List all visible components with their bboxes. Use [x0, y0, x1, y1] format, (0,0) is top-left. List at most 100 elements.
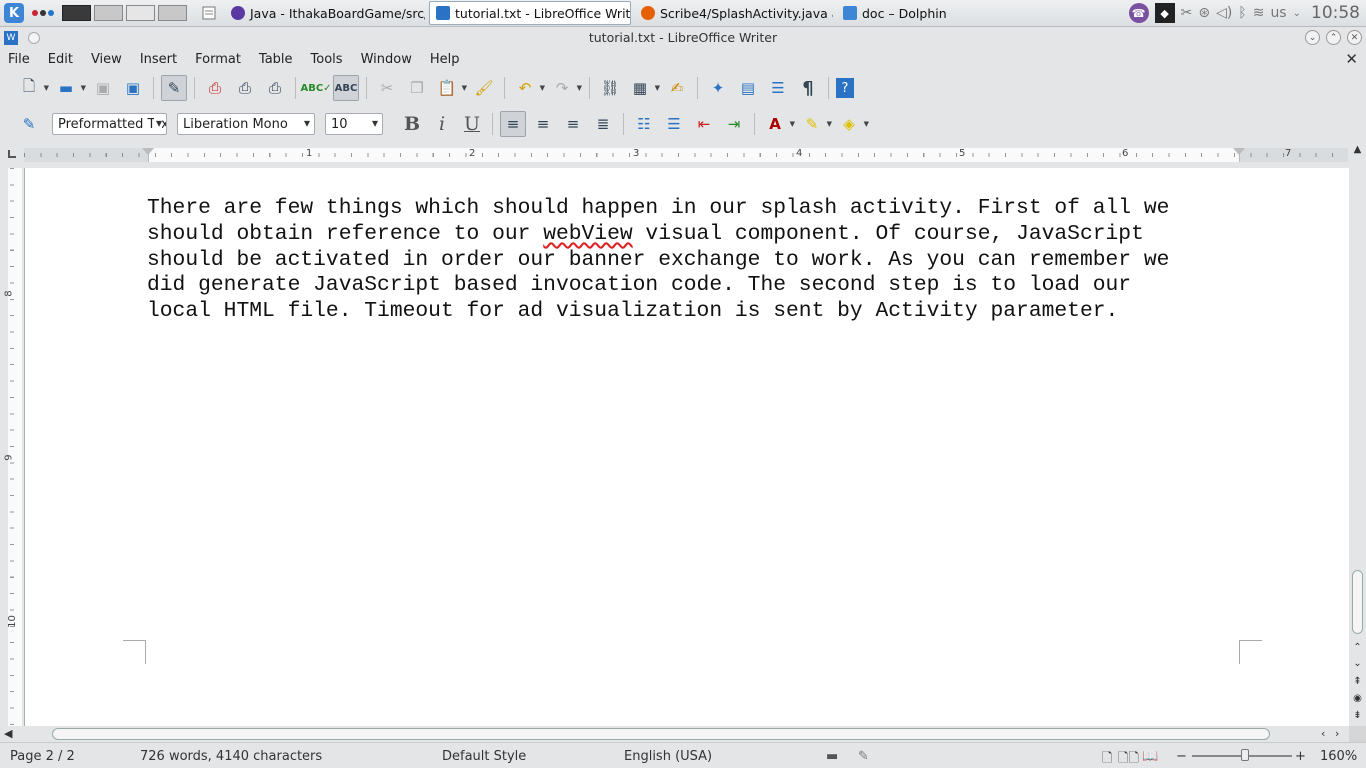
tab-type-icon[interactable]: [8, 150, 16, 158]
edit-mode-icon[interactable]: ✎: [161, 75, 187, 101]
spellcheck-icon[interactable]: ABC✓: [300, 75, 331, 101]
align-right-icon[interactable]: ≡: [560, 111, 586, 137]
left-indent-marker[interactable]: [142, 148, 154, 155]
font-color-icon[interactable]: A ▼: [762, 111, 795, 137]
open-icon[interactable]: ▬ ▼: [53, 75, 86, 101]
increase-indent-icon[interactable]: ⇥: [721, 111, 747, 137]
close-window-button[interactable]: ✕: [1347, 30, 1362, 45]
dropbox-icon[interactable]: ◆: [1154, 3, 1175, 23]
document-page[interactable]: There are few things which should happen…: [25, 168, 1349, 726]
language[interactable]: English (USA): [624, 749, 712, 764]
print-preview-icon[interactable]: ⎙: [262, 75, 288, 101]
zoom-slider-knob[interactable]: [1241, 749, 1249, 761]
task-firefox[interactable]: Scribe4/SplashActivity.java at: [635, 1, 833, 25]
vertical-ruler[interactable]: 8 9 10: [0, 168, 24, 726]
scroll-up-icon[interactable]: ⌃: [1351, 642, 1364, 653]
close-document-icon[interactable]: ✕: [1345, 50, 1366, 68]
data-sources-icon[interactable]: ☰: [765, 75, 791, 101]
justify-icon[interactable]: ≣: [590, 111, 616, 137]
zoom-level[interactable]: 160%: [1320, 749, 1357, 764]
bullet-list-icon[interactable]: ☰: [661, 111, 687, 137]
show-draw-functions-icon[interactable]: ✍: [664, 75, 690, 101]
multi-page-view-icon[interactable]: 🗋🗋: [1118, 749, 1139, 768]
gallery-icon[interactable]: ▤: [735, 75, 761, 101]
scroll-left-icon[interactable]: ◀: [4, 727, 12, 740]
desktop-4[interactable]: [158, 5, 187, 21]
italic-button[interactable]: i: [429, 111, 455, 137]
scroll-left-icon[interactable]: ‹: [1321, 727, 1325, 740]
menu-view[interactable]: View: [82, 52, 131, 67]
bluetooth-icon[interactable]: ᛒ: [1238, 5, 1246, 21]
save-as-icon[interactable]: ▣: [120, 75, 146, 101]
menu-file[interactable]: File: [0, 52, 39, 67]
clone-formatting-icon[interactable]: 🖌: [471, 75, 497, 101]
keyboard-layout[interactable]: us: [1270, 5, 1286, 21]
styles-formatting-icon[interactable]: ✎: [16, 111, 42, 137]
desktop-2[interactable]: [94, 5, 123, 21]
paragraph-style-select[interactable]: Preformatted Text: [52, 113, 167, 135]
menu-window[interactable]: Window: [352, 52, 421, 67]
bold-button[interactable]: B: [399, 111, 425, 137]
single-page-view-icon[interactable]: 🗋: [1102, 749, 1112, 768]
align-left-icon[interactable]: ≡: [500, 111, 526, 137]
paste-icon[interactable]: 📋 ▼: [434, 75, 467, 101]
vertical-scrollbar[interactable]: ▲ ⌃ ⌄ ⇞ ◉ ⇟: [1349, 142, 1366, 726]
menu-format[interactable]: Format: [186, 52, 250, 67]
underline-button[interactable]: U: [459, 111, 485, 137]
font-name-select[interactable]: Liberation Mono: [177, 113, 315, 135]
right-indent-marker[interactable]: [1233, 148, 1245, 155]
activities-icon[interactable]: [32, 10, 54, 16]
selection-mode-icon[interactable]: ▬: [826, 749, 838, 764]
navigation-icon[interactable]: ◉: [1351, 693, 1364, 704]
vertical-scroll-thumb[interactable]: [1352, 570, 1363, 634]
taskbar-notes-icon[interactable]: [197, 1, 221, 25]
table-icon[interactable]: ▦ ▼: [627, 75, 660, 101]
document-text[interactable]: There are few things which should happen…: [147, 196, 1243, 325]
new-document-icon[interactable]: 🗋 ▼: [16, 75, 49, 101]
previous-page-icon[interactable]: ⇞: [1351, 676, 1364, 687]
cut-icon[interactable]: ✂: [374, 75, 400, 101]
word-count[interactable]: 726 words, 4140 characters: [140, 749, 322, 764]
horizontal-scrollbar[interactable]: ◀ ‹ ›: [0, 726, 1349, 742]
task-dolphin[interactable]: doc – Dolphin: [837, 1, 957, 25]
export-pdf-icon[interactable]: ⎙: [202, 75, 228, 101]
scroll-right-icon[interactable]: ›: [1335, 727, 1339, 740]
menu-edit[interactable]: Edit: [39, 52, 82, 67]
font-size-select[interactable]: 10: [325, 113, 383, 135]
desktop-3[interactable]: [126, 5, 155, 21]
scroll-up-icon[interactable]: ▲: [1351, 144, 1364, 155]
menu-table[interactable]: Table: [250, 52, 302, 67]
decrease-indent-icon[interactable]: ⇤: [691, 111, 717, 137]
book-view-icon[interactable]: 📖: [1142, 749, 1158, 764]
chevron-down-icon[interactable]: ⌄: [1293, 8, 1301, 19]
horizontal-ruler[interactable]: 1 2 3 4 5 6 7: [0, 142, 1366, 168]
wifi-icon[interactable]: ≋: [1253, 5, 1265, 21]
background-color-icon[interactable]: ◈ ▼: [836, 111, 869, 137]
menu-insert[interactable]: Insert: [131, 52, 186, 67]
page-count[interactable]: Page 2 / 2: [10, 749, 75, 764]
align-center-icon[interactable]: ≡: [530, 111, 556, 137]
writer-app-icon[interactable]: W: [4, 30, 18, 45]
pin-icon[interactable]: [28, 31, 40, 44]
highlighting-icon[interactable]: ✎ ▼: [799, 111, 832, 137]
zoom-in-icon[interactable]: +: [1295, 749, 1306, 764]
kde-menu-icon[interactable]: K: [4, 3, 24, 23]
hyperlink-icon[interactable]: ⛓: [597, 75, 623, 101]
maximize-button[interactable]: ⌃: [1326, 30, 1341, 45]
scroll-down-icon[interactable]: ⌄: [1351, 658, 1364, 669]
task-eclipse[interactable]: Java - IthakaBoardGame/src/e: [225, 1, 425, 25]
numbered-list-icon[interactable]: ☷: [631, 111, 657, 137]
menu-help[interactable]: Help: [421, 52, 469, 67]
viber-icon[interactable]: ☎: [1128, 3, 1149, 23]
formatting-marks-icon[interactable]: ¶: [795, 75, 821, 101]
next-page-icon[interactable]: ⇟: [1351, 710, 1364, 721]
auto-spellcheck-icon[interactable]: ABC: [333, 75, 359, 101]
network-icon[interactable]: ⊛: [1198, 5, 1210, 21]
minimize-button[interactable]: ⌄: [1305, 30, 1320, 45]
page-style[interactable]: Default Style: [442, 749, 526, 764]
clock[interactable]: 10:58: [1311, 3, 1360, 23]
document-modified-icon[interactable]: ✎: [858, 749, 869, 764]
clipboard-icon[interactable]: ✂: [1181, 5, 1193, 21]
horizontal-scroll-thumb[interactable]: [52, 728, 1270, 740]
navigator-icon[interactable]: ✦: [705, 75, 731, 101]
